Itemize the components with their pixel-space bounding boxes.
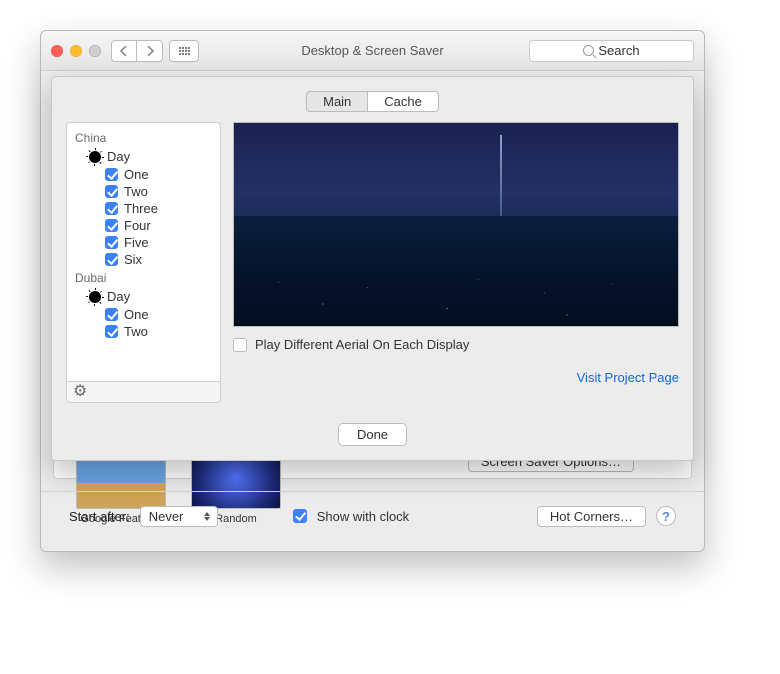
show-with-clock-checkbox[interactable] xyxy=(293,509,307,523)
zoom-window-icon[interactable] xyxy=(89,45,101,57)
search-placeholder: Search xyxy=(598,43,639,58)
checkbox[interactable] xyxy=(105,219,118,232)
bottom-controls: Start after: Never Show with clock Hot C… xyxy=(69,503,676,529)
done-button[interactable]: Done xyxy=(338,423,407,446)
hot-corners-button[interactable]: Hot Corners… xyxy=(537,506,646,527)
checkbox[interactable] xyxy=(105,236,118,249)
list-item[interactable]: Five xyxy=(67,234,220,251)
close-window-icon[interactable] xyxy=(51,45,63,57)
play-different-label: Play Different Aerial On Each Display xyxy=(255,337,469,352)
location-sidebar[interactable]: China Day One Two Three Four Five Six Du… xyxy=(66,122,221,382)
checkbox[interactable] xyxy=(105,202,118,215)
back-button[interactable] xyxy=(111,40,137,62)
category-row[interactable]: Day xyxy=(67,287,220,306)
titlebar: Desktop & Screen Saver Search xyxy=(41,31,704,71)
item-label: Six xyxy=(124,252,142,267)
checkbox[interactable] xyxy=(105,325,118,338)
chevron-right-icon xyxy=(146,46,154,56)
start-after-value: Never xyxy=(149,509,184,524)
list-item[interactable]: One xyxy=(67,166,220,183)
chevron-left-icon xyxy=(120,46,128,56)
help-button[interactable]: ? xyxy=(656,506,676,526)
search-field[interactable]: Search xyxy=(529,40,694,62)
item-label: Two xyxy=(124,324,148,339)
list-item[interactable]: Two xyxy=(67,323,220,340)
item-label: Three xyxy=(124,201,158,216)
category-label: Day xyxy=(107,289,130,304)
checkbox[interactable] xyxy=(105,168,118,181)
visit-project-link[interactable]: Visit Project Page xyxy=(233,370,679,385)
show-with-clock-label: Show with clock xyxy=(317,509,409,524)
select-arrows-icon xyxy=(201,509,213,524)
list-item[interactable]: Three xyxy=(67,200,220,217)
all-prefs-button[interactable] xyxy=(169,40,199,62)
start-after-select[interactable]: Never xyxy=(140,506,218,527)
sun-icon xyxy=(89,291,101,303)
nav-buttons xyxy=(111,40,163,62)
category-row[interactable]: Day xyxy=(67,147,220,166)
grid-icon xyxy=(179,47,190,55)
sheet-tabs: Main Cache xyxy=(66,91,679,112)
aerial-sheet: Main Cache China Day One Two Three xyxy=(51,76,694,461)
group-title: Dubai xyxy=(67,268,220,287)
forward-button[interactable] xyxy=(137,40,163,62)
item-label: Five xyxy=(124,235,149,250)
minimize-window-icon[interactable] xyxy=(70,45,82,57)
item-label: One xyxy=(124,167,149,182)
category-label: Day xyxy=(107,149,130,164)
search-icon xyxy=(583,45,594,56)
prefs-window: Desktop & Screen Saver Search Google Fea… xyxy=(40,30,705,552)
aerial-preview xyxy=(233,122,679,327)
sun-icon xyxy=(89,151,101,163)
checkbox[interactable] xyxy=(105,308,118,321)
start-after-label: Start after: xyxy=(69,509,130,524)
item-label: Two xyxy=(124,184,148,199)
list-item[interactable]: Two xyxy=(67,183,220,200)
list-item[interactable]: Six xyxy=(67,251,220,268)
play-different-checkbox[interactable] xyxy=(233,338,247,352)
item-label: Four xyxy=(124,218,151,233)
group-title: China xyxy=(67,128,220,147)
gear-icon[interactable]: ⚙ xyxy=(73,384,87,400)
play-different-row: Play Different Aerial On Each Display xyxy=(233,337,679,352)
checkbox[interactable] xyxy=(105,253,118,266)
tab-cache[interactable]: Cache xyxy=(368,91,439,112)
item-label: One xyxy=(124,307,149,322)
list-item[interactable]: Four xyxy=(67,217,220,234)
list-item[interactable]: One xyxy=(67,306,220,323)
checkbox[interactable] xyxy=(105,185,118,198)
prefs-body: Google Featur… Random Screen Saver Optio… xyxy=(41,71,704,491)
window-controls xyxy=(51,45,101,57)
sidebar-footer: ⚙ xyxy=(66,381,221,403)
tab-main[interactable]: Main xyxy=(306,91,368,112)
